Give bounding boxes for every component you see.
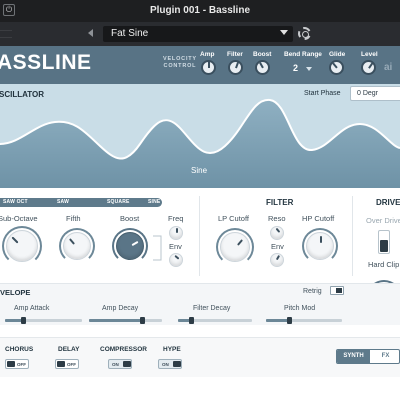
gear-icon[interactable]: [298, 27, 311, 40]
chevron-down-icon: [280, 30, 288, 35]
bend-range-label: Bend Range: [284, 51, 322, 58]
osc-env-label: Env: [169, 242, 182, 251]
window-title: Plugin 001 - Bassline: [149, 5, 251, 16]
amp-decay-slider[interactable]: [89, 317, 162, 324]
plugin-logo: ASSLINE: [0, 51, 92, 74]
compressor-label: COMPRESSOR: [100, 346, 147, 353]
over-drive-label: Over Drive: [366, 216, 400, 225]
osc-freq-knob[interactable]: [169, 226, 183, 240]
pitch-mod-slider[interactable]: [266, 317, 342, 324]
bend-range-value[interactable]: 2: [293, 63, 298, 73]
lp-cutoff-knob[interactable]: [220, 232, 250, 262]
waveform-label: Sine: [191, 166, 208, 175]
reso-label: Reso: [268, 214, 286, 223]
drive-title: DRIVE: [376, 198, 400, 207]
fifth-label: Fifth: [66, 214, 81, 223]
boost-velocity-knob[interactable]: [255, 60, 270, 75]
amp-attack-label: Amp Attack: [14, 305, 50, 312]
fx-mode-button[interactable]: FX: [370, 350, 399, 363]
start-phase-label: Start Phase: [304, 90, 341, 97]
preset-bar: Fat Sine: [0, 22, 400, 46]
reso-knob[interactable]: [270, 226, 284, 240]
amp-decay-label: Amp Decay: [102, 305, 139, 312]
oscillator-display: SCILLATOR Start Phase 0 Degr Sine: [0, 84, 400, 188]
hp-cutoff-knob[interactable]: [306, 232, 334, 260]
filter-env-knob[interactable]: [270, 253, 284, 267]
tab-sine[interactable]: SINE: [148, 199, 160, 205]
velocity-control-label: VELOCITY CONTROL: [163, 56, 197, 69]
tab-saw[interactable]: SAW: [57, 199, 69, 205]
osc-env-knob[interactable]: [169, 253, 183, 267]
envelope-title: VELOPE: [0, 288, 31, 297]
oscillator-title: SCILLATOR: [0, 90, 45, 99]
delay-label: DELAY: [58, 346, 80, 353]
previous-preset-icon[interactable]: [88, 29, 93, 37]
divider: [199, 196, 200, 276]
filter-velocity-knob[interactable]: [228, 60, 243, 75]
chorus-label: CHORUS: [5, 346, 34, 353]
brand-mark: ai: [384, 62, 393, 73]
tab-square[interactable]: SQUARE: [107, 199, 130, 205]
osc-mod-connector: [153, 235, 162, 261]
delay-toggle[interactable]: OFF: [55, 359, 79, 369]
sub-octave-label: Sub-Octave: [0, 214, 38, 223]
start-phase-value: 0 Degr: [357, 90, 379, 97]
retrig-toggle[interactable]: [330, 286, 344, 295]
boost-knob[interactable]: [116, 232, 144, 260]
level-label: Level: [361, 51, 378, 58]
glide-knob[interactable]: [329, 60, 344, 75]
tab-saw-oct[interactable]: SAW OCT: [3, 199, 28, 205]
filter-velocity-label: Filter: [227, 51, 243, 58]
pitch-mod-label: Pitch Mod: [284, 305, 316, 312]
synth-mode-button[interactable]: SYNTH: [337, 350, 370, 363]
glide-label: Glide: [329, 51, 346, 58]
preset-selector[interactable]: Fat Sine: [103, 26, 293, 42]
plugin-header: ASSLINE VELOCITY CONTROL Amp Filter Boos…: [0, 46, 400, 84]
divider: [352, 196, 353, 276]
compressor-toggle[interactable]: ON: [108, 359, 132, 369]
lp-cutoff-label: LP Cutoff: [218, 214, 249, 223]
amp-attack-slider[interactable]: [5, 317, 82, 324]
hype-label: HYPE: [163, 346, 181, 353]
window-titlebar: ⏻ Plugin 001 - Bassline: [0, 0, 400, 22]
filter-decay-label: Filter Decay: [193, 305, 231, 312]
envelope-section: VELOPE Retrig Amp Attack Amp Decay Filte…: [0, 283, 400, 325]
amp-velocity-knob[interactable]: [201, 60, 216, 75]
sub-octave-knob[interactable]: [6, 230, 38, 262]
preset-name: Fat Sine: [111, 28, 149, 39]
filter-title: FILTER: [266, 198, 294, 207]
chevron-down-icon[interactable]: [306, 67, 312, 71]
hp-cutoff-label: HP Cutoff: [302, 214, 335, 223]
chorus-toggle[interactable]: OFF: [5, 359, 29, 369]
filter-decay-slider[interactable]: [178, 317, 252, 324]
boost-label: Boost: [120, 214, 140, 223]
osc-freq-label: Freq: [168, 214, 184, 223]
start-phase-field[interactable]: 0 Degr: [350, 86, 400, 101]
boost-velocity-label: Boost: [253, 51, 272, 58]
level-knob[interactable]: [361, 60, 376, 75]
drive-mode-switch[interactable]: [378, 230, 390, 254]
mode-switch[interactable]: SYNTH FX: [336, 349, 400, 364]
fifth-knob[interactable]: [63, 232, 91, 260]
amp-velocity-label: Amp: [200, 51, 215, 58]
filter-env-label: Env: [271, 242, 284, 251]
wave-tabs: SAW OCT SAW SQUARE SINE: [0, 198, 162, 207]
hard-clip-label: Hard Clip: [368, 260, 400, 269]
retrig-label: Retrig: [303, 288, 322, 295]
menu-icon[interactable]: [0, 30, 12, 38]
hype-toggle[interactable]: ON: [158, 359, 182, 369]
